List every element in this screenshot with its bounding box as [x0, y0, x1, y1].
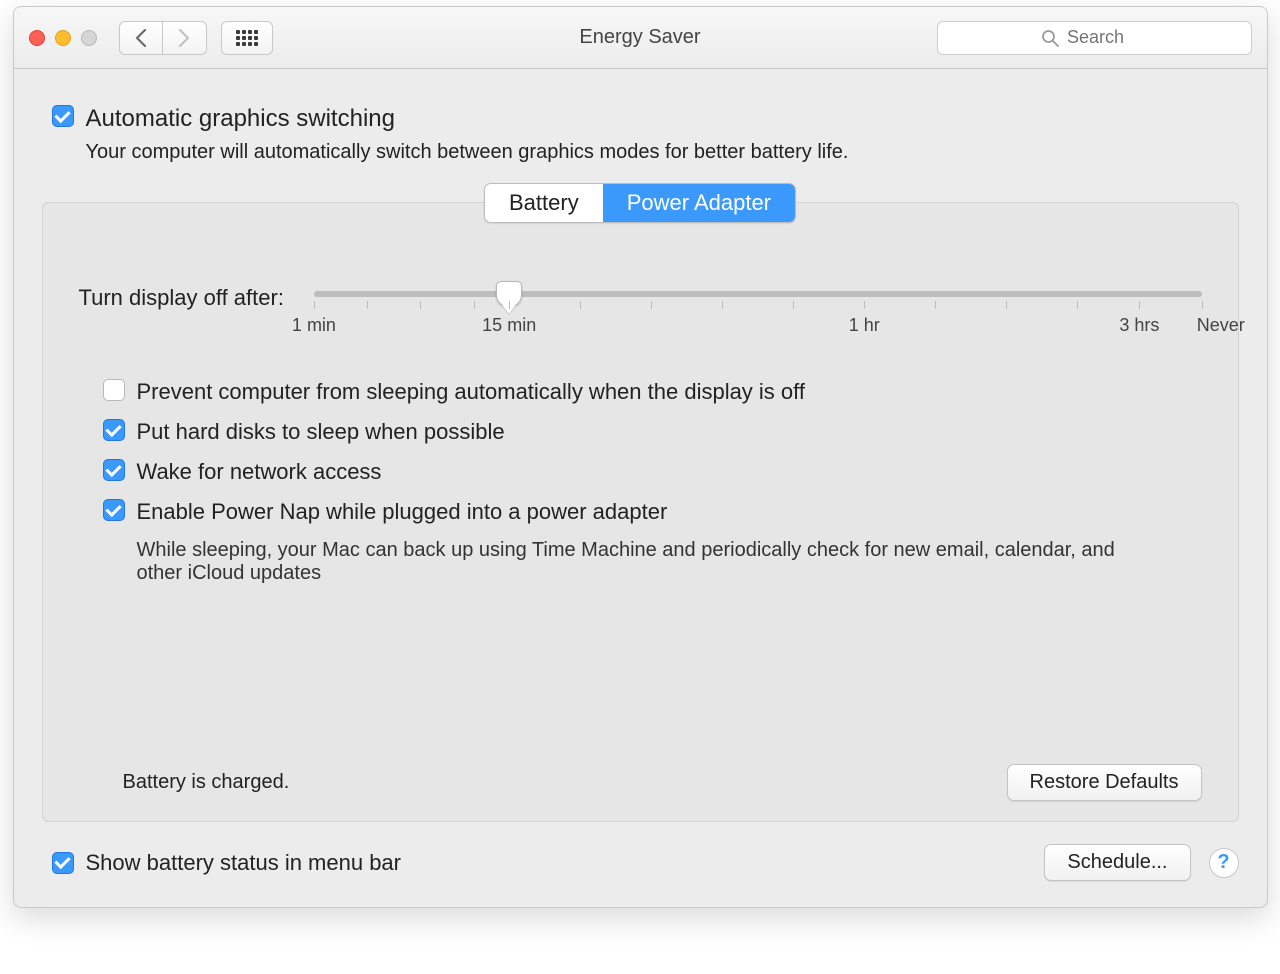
show-battery-label: Show battery status in menu bar [86, 850, 402, 876]
prevent-sleep-label: Prevent computer from sleeping automatic… [137, 379, 806, 405]
minimize-window-button[interactable] [55, 30, 71, 46]
close-window-button[interactable] [29, 30, 45, 46]
settings-panel: Battery Power Adapter Turn display off a… [42, 202, 1239, 822]
battery-status: Battery is charged. [123, 771, 290, 794]
slider-ticks [314, 301, 1202, 311]
bottom-bar: Show battery status in menu bar Schedule… [14, 822, 1267, 907]
auto-graphics-checkbox[interactable] [52, 105, 74, 127]
zoom-window-button[interactable] [81, 30, 97, 46]
auto-graphics-label: Automatic graphics switching [86, 105, 395, 133]
search-field[interactable] [937, 21, 1252, 55]
prevent-sleep-option: Prevent computer from sleeping automatic… [103, 379, 1202, 405]
display-off-label: Turn display off after: [79, 283, 284, 311]
schedule-button[interactable]: Schedule... [1044, 844, 1190, 881]
wake-network-label: Wake for network access [137, 459, 382, 485]
panel-footer: Battery is charged. Restore Defaults [79, 764, 1202, 801]
hard-disks-option: Put hard disks to sleep when possible [103, 419, 1202, 445]
display-off-slider-row: Turn display off after: 1 min 15 min [79, 283, 1202, 339]
grid-icon [236, 30, 258, 46]
slider-tick-labels: 1 min 15 min 1 hr 3 hrs Never [314, 315, 1202, 339]
help-button[interactable]: ? [1209, 848, 1239, 878]
chevron-left-icon [135, 29, 147, 47]
show-all-button[interactable] [221, 21, 273, 55]
search-icon [1041, 29, 1059, 47]
wake-network-checkbox[interactable] [103, 459, 125, 481]
power-nap-description: While sleeping, your Mac can back up usi… [137, 539, 1137, 585]
tab-power-adapter[interactable]: Power Adapter [603, 184, 795, 222]
hard-disks-checkbox[interactable] [103, 419, 125, 441]
wake-network-option: Wake for network access [103, 459, 1202, 485]
options-list: Prevent computer from sleeping automatic… [103, 379, 1202, 585]
power-nap-checkbox[interactable] [103, 499, 125, 521]
content-area: Automatic graphics switching Your comput… [14, 69, 1267, 822]
slider-track [314, 291, 1202, 297]
show-battery-checkbox[interactable] [52, 852, 74, 874]
power-nap-option: Enable Power Nap while plugged into a po… [103, 499, 1202, 525]
search-input[interactable] [1067, 27, 1147, 48]
restore-defaults-button[interactable]: Restore Defaults [1007, 764, 1202, 801]
back-button[interactable] [119, 21, 163, 55]
display-off-slider[interactable]: 1 min 15 min 1 hr 3 hrs Never [314, 283, 1202, 339]
power-nap-label: Enable Power Nap while plugged into a po… [137, 499, 668, 525]
traffic-lights [29, 30, 97, 46]
hard-disks-label: Put hard disks to sleep when possible [137, 419, 505, 445]
tab-segmented-control: Battery Power Adapter [484, 183, 796, 223]
prevent-sleep-checkbox[interactable] [103, 379, 125, 401]
chevron-right-icon [178, 29, 190, 47]
nav-buttons [119, 21, 207, 55]
auto-graphics-description: Your computer will automatically switch … [86, 141, 1239, 164]
auto-graphics-row: Automatic graphics switching [52, 105, 1239, 133]
energy-saver-window: Energy Saver Automatic graphics switchin… [13, 6, 1268, 908]
tab-battery[interactable]: Battery [485, 184, 603, 222]
forward-button[interactable] [163, 21, 207, 55]
titlebar: Energy Saver [14, 7, 1267, 69]
